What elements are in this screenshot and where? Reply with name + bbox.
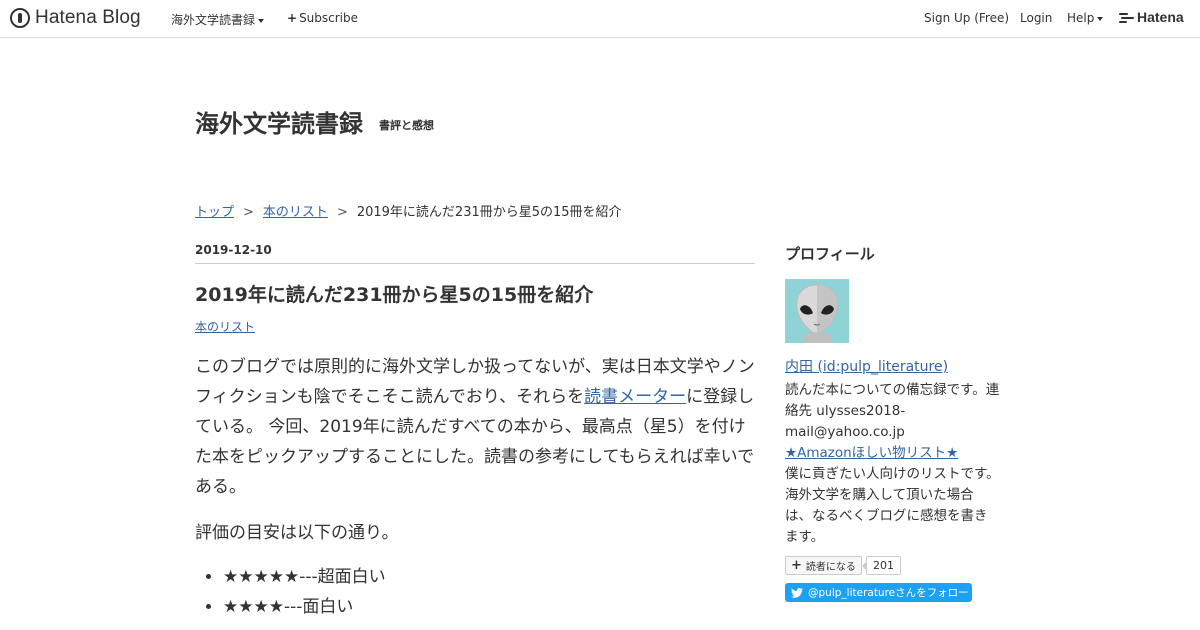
- subscribe-button-label: 読者になる: [805, 562, 856, 573]
- plus-icon: +: [287, 11, 298, 25]
- profile-description: 読んだ本についての備忘録です。連絡先 ulysses2018-mail@yaho…: [785, 380, 1000, 548]
- breadcrumb-list-link[interactable]: 本のリスト: [263, 205, 328, 220]
- caret-down-icon: [1097, 16, 1104, 21]
- help-label: Help: [1067, 11, 1095, 25]
- alien-avatar-icon: [785, 279, 849, 343]
- profile-text: 僕に貢ぎたい人向けのリストです。海外文学を購入して頂いた場合は、なるべくブログに…: [785, 466, 1000, 545]
- subscribe-link[interactable]: + Subscribe: [287, 11, 358, 25]
- entry-body: このブログでは原則的に海外文学しか扱ってないが、実は日本文学やノンフィクションも…: [195, 352, 757, 622]
- global-header: Hatena Blog 海外文学読書録 + Subscribe Sign Up (…: [0, 0, 1200, 38]
- twitter-bird-icon: [791, 587, 803, 598]
- caret-down-icon: [258, 18, 265, 23]
- help-dropdown[interactable]: Help: [1067, 11, 1104, 25]
- list-item: ★★★★★---超面白い: [223, 562, 757, 592]
- profile-name-link[interactable]: 内田 (id:pulp_literature): [785, 356, 948, 376]
- avatar[interactable]: [785, 279, 849, 343]
- entry-date-text: 2019-12-10: [195, 243, 272, 257]
- entry-paragraph: 評価の目安は以下の通り。: [195, 523, 399, 543]
- blog-menu-dropdown[interactable]: 海外文学読書録: [171, 11, 265, 28]
- list-item: ★★★★---面白い: [223, 592, 757, 622]
- subscriber-count: 201: [862, 556, 901, 575]
- breadcrumb-separator: >: [243, 205, 254, 220]
- rating-list: ★★★★★---超面白い ★★★★---面白い: [195, 562, 757, 622]
- blog-description: 書評と感想: [379, 119, 434, 132]
- signup-link[interactable]: Sign Up (Free): [924, 11, 1009, 25]
- hatena-blog-logo[interactable]: Hatena Blog: [10, 7, 141, 29]
- twitter-follow-label: @pulp_literatureさんをフォロー: [808, 587, 969, 599]
- breadcrumb-separator: >: [336, 205, 348, 220]
- profile-text: 読んだ本についての備忘録です。連絡先 ulysses2018-mail@yaho…: [785, 382, 1000, 440]
- breadcrumb-current: 2019年に読んだ231冊から星5の15冊を紹介: [356, 205, 622, 220]
- subscribe-label: Subscribe: [299, 11, 359, 25]
- logo-text: Hatena Blog: [35, 7, 141, 28]
- login-link[interactable]: Login: [1020, 11, 1052, 25]
- subscribe-button[interactable]: + 読者になる: [785, 556, 862, 575]
- hatena-mark-icon: [1119, 10, 1135, 24]
- entry-title[interactable]: 2019年に読んだ231冊から星5の15冊を紹介: [195, 280, 593, 307]
- twitter-follow-button[interactable]: @pulp_literatureさんをフォロー: [785, 583, 972, 602]
- breadcrumb-top-link[interactable]: トップ: [195, 205, 234, 220]
- plus-icon: +: [791, 558, 802, 573]
- blog-menu-label: 海外文学読書録: [171, 13, 256, 27]
- entry-date[interactable]: 2019-12-10: [195, 243, 755, 264]
- amazon-wishlist-link[interactable]: ★Amazonほしい物リスト★: [785, 445, 958, 461]
- entry-category-link[interactable]: 本のリスト: [195, 318, 255, 335]
- entry-paragraph: このブログでは原則的に海外文学しか扱ってないが、実は日本文学やノンフィクションも…: [195, 352, 757, 502]
- breadcrumb: トップ > 本のリスト >2019年に読んだ231冊から星5の15冊を紹介: [195, 201, 622, 220]
- hatena-logo[interactable]: Hatena: [1119, 9, 1184, 25]
- blog-title[interactable]: 海外文学読書録: [195, 104, 363, 139]
- hatena-logo-text: Hatena: [1137, 9, 1184, 25]
- hatena-blog-pen-icon: [10, 8, 30, 28]
- dokusho-meter-link[interactable]: 読書メーター: [584, 387, 686, 407]
- profile-heading: プロフィール: [785, 245, 875, 263]
